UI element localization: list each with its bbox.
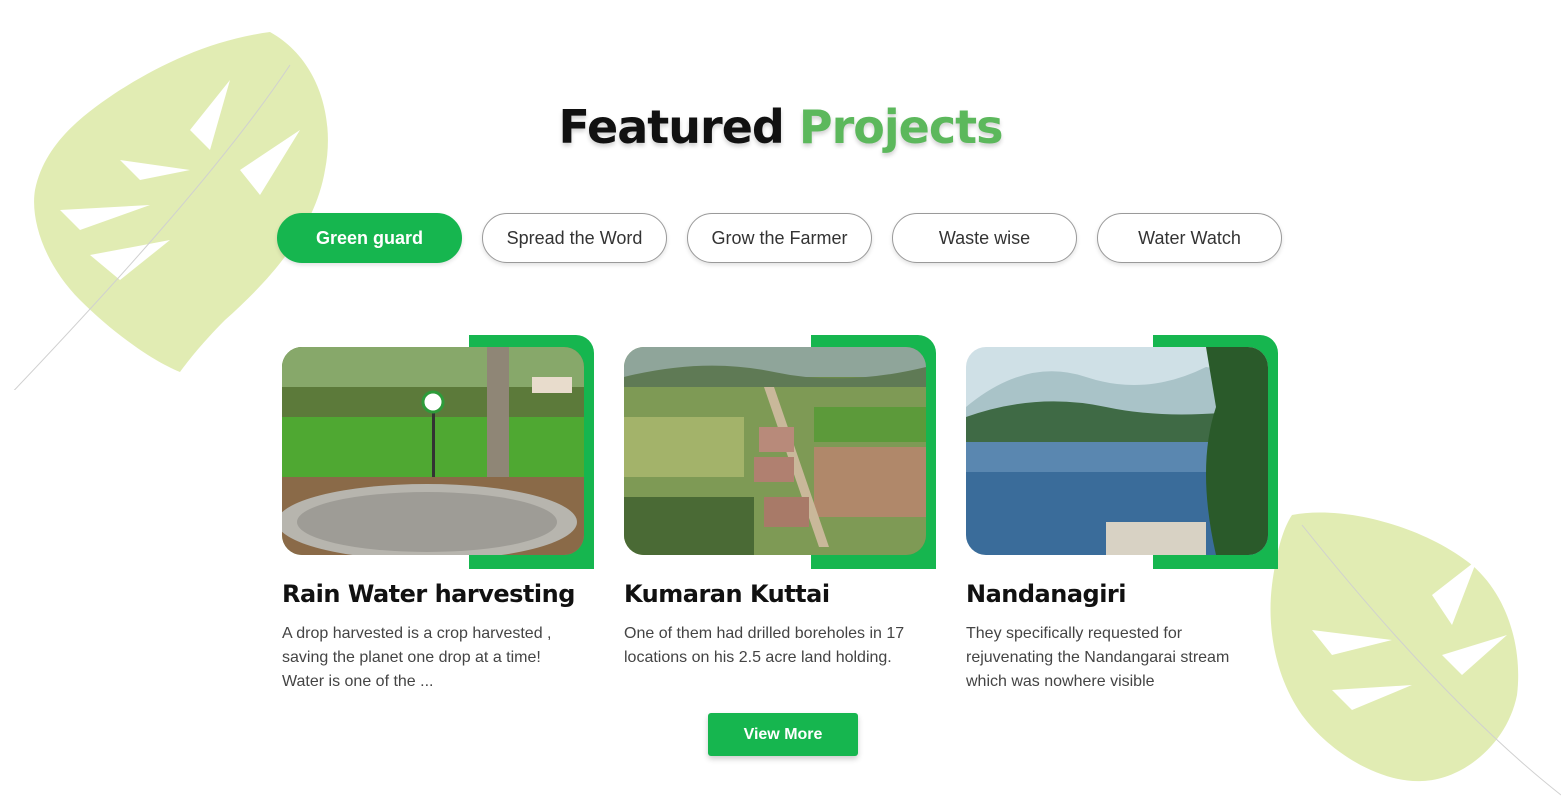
monstera-leaf-left-icon <box>13 32 328 390</box>
tab-grow-the-farmer[interactable]: Grow the Farmer <box>687 213 872 263</box>
project-image-rain-water[interactable] <box>282 347 584 555</box>
monstera-leaf-right-icon <box>1270 512 1561 796</box>
tab-green-guard[interactable]: Green guard <box>277 213 462 263</box>
title-word-featured: Featured <box>558 100 785 154</box>
tab-water-watch[interactable]: Water Watch <box>1097 213 1282 263</box>
project-title[interactable]: Kumaran Kuttai <box>624 580 954 608</box>
page-title: Featured Projects <box>0 100 1561 154</box>
project-title[interactable]: Nandanagiri <box>966 580 1296 608</box>
view-more-button[interactable]: View More <box>708 713 858 756</box>
title-word-projects: Projects <box>798 100 1004 154</box>
project-category-tabs: Green guard Spread the Word Grow the Far… <box>277 213 1282 263</box>
project-image-nandanagiri[interactable] <box>966 347 1268 555</box>
tab-waste-wise[interactable]: Waste wise <box>892 213 1077 263</box>
project-image-kumaran-kuttai[interactable] <box>624 347 926 555</box>
tab-spread-the-word[interactable]: Spread the Word <box>482 213 667 263</box>
project-description: A drop harvested is a crop harvested , s… <box>282 625 552 690</box>
project-title[interactable]: Rain Water harvesting <box>282 580 612 608</box>
project-description: They specifically requested for rejuvena… <box>966 625 1230 690</box>
project-description: One of them had drilled boreholes in 17 … <box>624 625 905 666</box>
